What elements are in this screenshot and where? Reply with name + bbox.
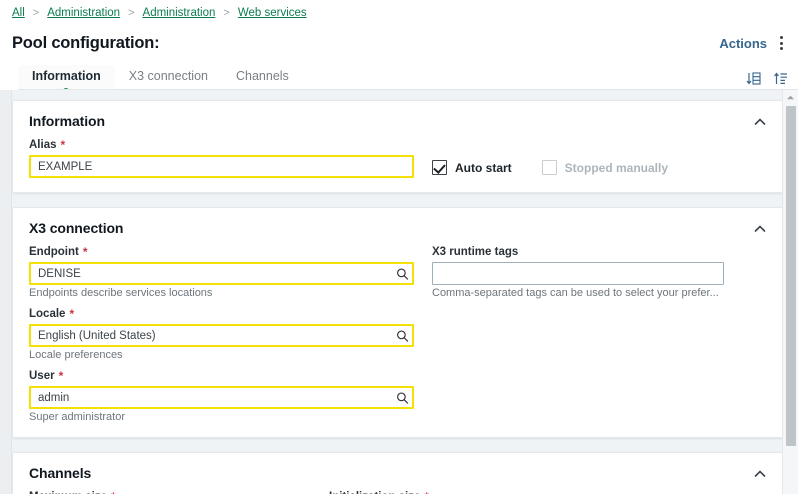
vertical-scrollbar[interactable] — [782, 90, 798, 494]
breadcrumb-separator-icon: > — [32, 7, 40, 19]
tab-list: Information X3 connection Channels — [18, 65, 303, 95]
section-x3-connection-header: X3 connection — [29, 220, 769, 246]
initialization-size-label: Initialization size * — [329, 491, 611, 494]
alias-input-wrapper — [29, 155, 414, 178]
information-fields-row: Alias * Auto start Stopped manually — [29, 139, 769, 178]
sort-rows-icon[interactable] — [746, 71, 761, 86]
chevron-up-icon[interactable] — [751, 465, 769, 483]
scroll-up-button[interactable] — [783, 90, 798, 104]
user-input[interactable] — [29, 386, 414, 409]
alias-input[interactable] — [29, 155, 414, 178]
alias-label: Alias * — [29, 139, 414, 151]
runtime-tags-field-group: X3 runtime tags Comma-separated tags can… — [432, 246, 724, 299]
auto-start-checkbox[interactable]: Auto start — [432, 160, 512, 175]
vertical-dots-icon[interactable] — [774, 34, 788, 52]
auto-start-label: Auto start — [455, 160, 512, 175]
tab-x3-connection-label: X3 connection — [128, 69, 208, 83]
tab-toolbar — [746, 71, 788, 90]
page-title: Pool configuration: — [12, 33, 160, 52]
x3-row-1: Endpoint * Endpoints describe services l… — [29, 246, 769, 299]
runtime-tags-hint: Comma-separated tags can be used to sele… — [432, 287, 719, 299]
section-information-title: Information — [29, 113, 105, 129]
form-scroll-area: Information Alias * EXAMPLE Auto start S… — [0, 90, 798, 494]
runtime-tags-input-wrapper — [432, 262, 724, 285]
locale-label: Locale * — [29, 308, 414, 320]
form-content: Information Alias * EXAMPLE Auto start S… — [12, 90, 798, 494]
section-x3-connection: X3 connection Endpoint * DENISE Endpoint… — [12, 207, 786, 438]
breadcrumb: All > Administration > Administration > … — [0, 0, 798, 26]
page-header: Pool configuration: Actions — [0, 26, 798, 60]
stopped-manually-label: Stopped manually — [564, 160, 669, 175]
tab-channels-label: Channels — [235, 69, 289, 83]
endpoint-input-wrapper — [29, 262, 414, 285]
maximum-size-label-text: Maximum size — [29, 491, 107, 494]
information-checkbox-row: Auto start Stopped manually — [432, 139, 668, 178]
user-label-text: User — [29, 370, 55, 382]
required-asterisk: * — [58, 369, 64, 383]
runtime-tags-label: X3 runtime tags — [432, 246, 724, 258]
required-asterisk: * — [82, 245, 88, 259]
user-input-wrapper — [29, 386, 414, 409]
section-channels: Channels Maximum size * In — [12, 452, 786, 494]
required-asterisk: * — [69, 307, 75, 321]
tab-channels[interactable]: Channels — [222, 65, 303, 90]
checkbox-box-checked-icon — [432, 160, 447, 175]
stopped-manually-checkbox: Stopped manually — [541, 160, 669, 175]
tab-bar: Information X3 connection Channels — [0, 60, 798, 95]
endpoint-label-text: Endpoint — [29, 246, 79, 258]
required-asterisk: * — [424, 491, 429, 494]
required-asterisk: * — [60, 138, 66, 152]
x3-row-2: Locale * Locale preferences — [29, 308, 769, 361]
locale-input[interactable] — [29, 324, 414, 347]
checkbox-box-disabled-icon — [541, 160, 557, 175]
section-channels-title: Channels — [29, 465, 92, 481]
section-information: Information Alias * EXAMPLE Auto start S… — [12, 100, 786, 193]
tab-information[interactable]: Information — [18, 65, 115, 95]
initialization-size-label-text: Initialization size — [329, 491, 420, 494]
endpoint-input[interactable] — [29, 262, 414, 285]
locale-input-wrapper — [29, 324, 414, 347]
actions-group: Actions — [719, 34, 788, 52]
maximum-size-label: Maximum size * — [29, 491, 311, 494]
section-information-header: Information — [29, 113, 769, 139]
user-label: User * — [29, 370, 414, 382]
initialization-size-field-group: Initialization size * — [329, 491, 611, 494]
section-channels-header: Channels — [29, 465, 769, 491]
breadcrumb-item-all[interactable]: All — [12, 7, 25, 19]
locale-label-text: Locale — [29, 308, 66, 320]
endpoint-hint: Endpoints describe services locations — [29, 287, 213, 299]
locale-hint: Locale preferences — [29, 349, 123, 361]
breadcrumb-item-administration-1[interactable]: Administration — [47, 7, 120, 19]
collapse-rows-icon[interactable] — [773, 71, 788, 86]
channels-fields-row: Maximum size * Initialization size * — [29, 491, 769, 494]
caret-up-icon — [787, 95, 794, 99]
breadcrumb-separator-icon: > — [128, 7, 135, 19]
runtime-tags-input[interactable] — [432, 262, 724, 285]
user-field-group: User * Super administrator — [29, 370, 414, 423]
chevron-up-icon[interactable] — [751, 220, 769, 238]
scrollbar-thumb[interactable] — [786, 106, 796, 446]
locale-field-group: Locale * Locale preferences — [29, 308, 414, 361]
section-x3-connection-title: X3 connection — [29, 220, 124, 236]
left-rail — [0, 90, 12, 494]
chevron-up-icon[interactable] — [751, 113, 769, 131]
breadcrumb-separator-icon: > — [223, 7, 230, 19]
x3-row-3: User * Super administrator — [29, 370, 769, 423]
alias-label-text: Alias — [29, 139, 57, 151]
runtime-tags-label-text: X3 runtime tags — [432, 246, 519, 258]
tab-information-label: Information — [32, 69, 101, 83]
user-hint: Super administrator — [29, 411, 125, 423]
maximum-size-field-group: Maximum size * — [29, 491, 311, 494]
endpoint-label: Endpoint * — [29, 246, 414, 258]
required-asterisk: * — [111, 491, 116, 494]
breadcrumb-item-administration-2[interactable]: Administration — [143, 7, 216, 19]
actions-button[interactable]: Actions — [719, 36, 767, 51]
endpoint-field-group: Endpoint * Endpoints describe services l… — [29, 246, 414, 299]
alias-field-group: Alias * — [29, 139, 414, 178]
tab-x3-connection[interactable]: X3 connection — [115, 65, 222, 90]
breadcrumb-item-web-services[interactable]: Web services — [238, 7, 307, 19]
